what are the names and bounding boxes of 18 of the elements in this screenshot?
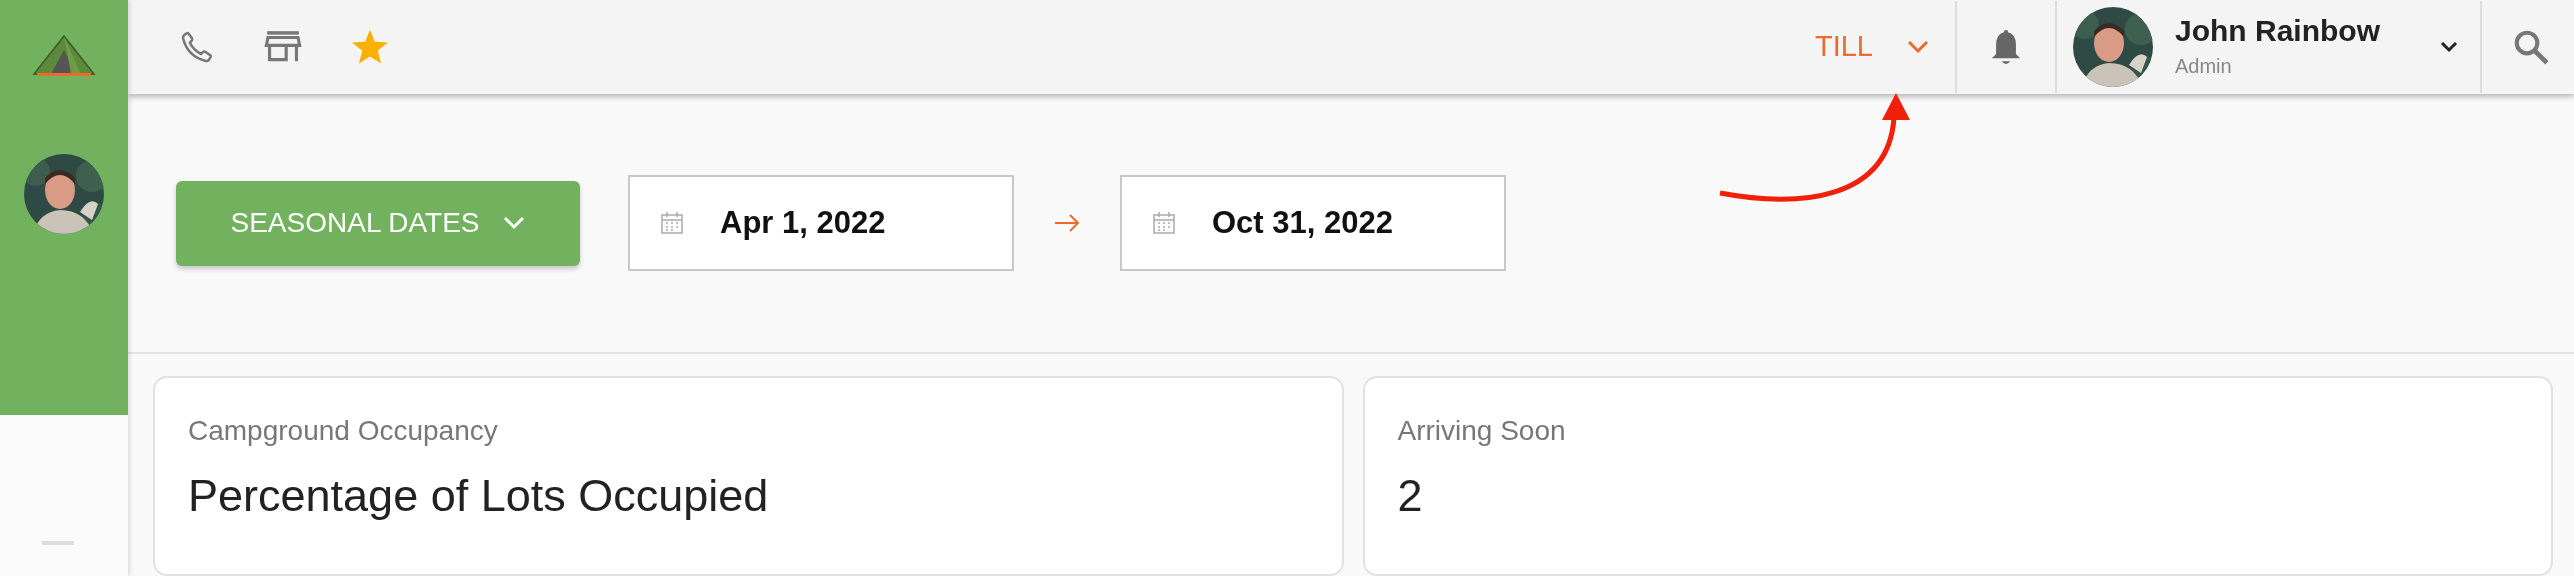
card-value: 2: [1397, 469, 1424, 523]
arrow-right-icon: [1054, 214, 1080, 232]
calendar-icon: [1152, 211, 1176, 235]
search-icon: [2512, 28, 2550, 66]
date-field[interactable]: Apr 1, 2022: [628, 175, 1014, 271]
user-name: John Rainbow: [2175, 13, 2380, 47]
calendar-icon: [660, 211, 684, 235]
star-icon[interactable]: [350, 28, 390, 66]
tent-logo-icon[interactable]: [31, 34, 97, 78]
card-title: Campground Occupancy: [188, 414, 499, 448]
user-menu-button[interactable]: John Rainbow Admin: [2057, 7, 2480, 87]
caret-icon: [2440, 41, 2458, 53]
card-value: Percentage of Lots Occupied: [188, 469, 770, 523]
user-role: Admin: [2175, 53, 2233, 79]
chevron-down-icon: [1907, 40, 1929, 54]
chevron-down-icon: [503, 216, 526, 230]
date-field[interactable]: Oct 31, 2022: [1120, 175, 1506, 271]
card-title: Arriving Soon: [1397, 414, 1567, 448]
